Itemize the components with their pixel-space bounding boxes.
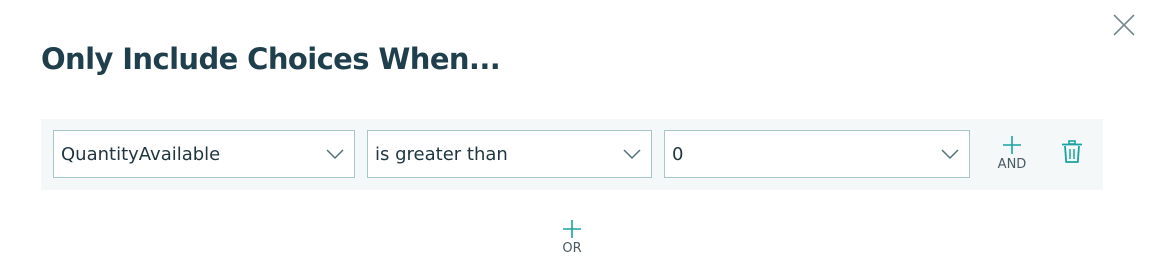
add-and-label: AND <box>997 157 1027 172</box>
chevron-down-icon <box>326 149 344 160</box>
add-or-label: OR <box>562 241 582 256</box>
chevron-down-icon <box>623 149 641 160</box>
value-select[interactable]: 0 <box>664 130 970 178</box>
close-button[interactable] <box>1111 12 1137 38</box>
dialog-title: Only Include Choices When... <box>41 42 501 76</box>
close-icon <box>1113 14 1135 36</box>
chevron-down-icon <box>941 149 959 160</box>
condition-row: QuantityAvailable is greater than 0 AND <box>41 119 1103 190</box>
plus-icon <box>1003 136 1021 154</box>
delete-condition-button[interactable] <box>1060 139 1084 165</box>
field-select[interactable]: QuantityAvailable <box>53 130 355 178</box>
operator-select[interactable]: is greater than <box>367 130 652 178</box>
add-and-button[interactable]: AND <box>992 135 1032 175</box>
field-select-value: QuantityAvailable <box>61 144 221 165</box>
operator-select-value: is greater than <box>375 144 508 165</box>
value-select-value: 0 <box>672 144 684 165</box>
add-or-button[interactable]: OR <box>552 219 592 259</box>
trash-icon <box>1062 140 1082 163</box>
plus-icon <box>563 220 581 238</box>
